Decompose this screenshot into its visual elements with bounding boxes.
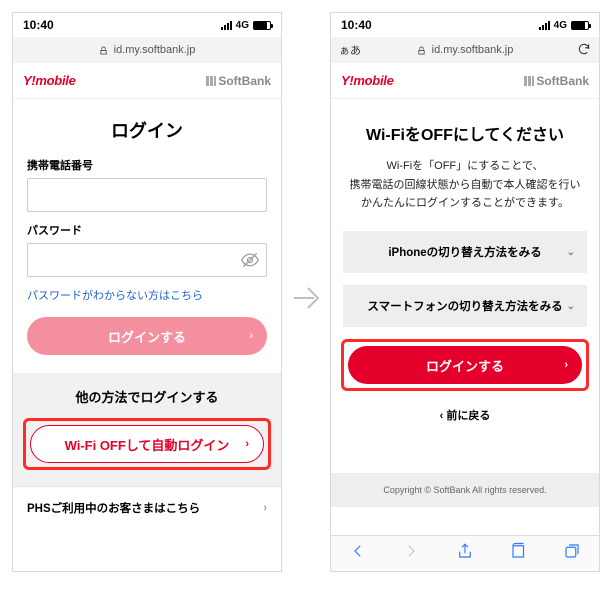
lock-icon — [99, 46, 108, 55]
password-label: パスワード — [27, 222, 267, 238]
status-bar: 10:40 4G — [13, 13, 281, 37]
description: Wi-Fiを「OFF」にすることで、 携帯電話の回線状態から自動で本人確認を行い… — [331, 157, 599, 231]
network-label: 4G — [236, 20, 249, 31]
page-title: Wi-FiをOFFにしてください — [331, 99, 599, 157]
status-right: 4G — [221, 20, 271, 31]
wifi-off-login-label: Wi-Fi OFFして自動ログイン — [65, 435, 230, 454]
login-button[interactable]: ログインする › — [348, 346, 582, 384]
alt-login-section: 他の方法でログインする Wi-Fi OFFして自動ログイン › — [13, 373, 281, 486]
accordion-iphone[interactable]: iPhoneの切り替え方法をみる ⌄ — [343, 231, 587, 273]
bookmarks-button[interactable] — [510, 542, 528, 565]
password-input[interactable] — [27, 243, 267, 277]
chevron-right-icon: › — [263, 502, 267, 514]
lock-icon — [417, 46, 426, 55]
login-button-label: ログインする — [108, 327, 186, 346]
alt-login-title: 他の方法でログインする — [13, 387, 281, 406]
wifi-off-content: Wi-FiをOFFにしてください Wi-Fiを「OFF」にすることで、 携帯電話… — [331, 99, 599, 535]
accordion-smartphone[interactable]: スマートフォンの切り替え方法をみる ⌄ — [343, 285, 587, 327]
login-content: ログイン 携帯電話番号 パスワード パスワードがわからない方はこちら ログインす… — [13, 99, 281, 571]
signal-icon — [221, 21, 232, 30]
battery-icon — [571, 21, 589, 30]
login-button[interactable]: ログインする › — [27, 317, 267, 355]
ymobile-logo: Y!mobile — [341, 73, 394, 88]
chevron-right-icon: › — [245, 438, 249, 450]
eye-off-icon[interactable] — [240, 250, 260, 270]
phone-input[interactable] — [27, 178, 267, 212]
share-button[interactable] — [456, 542, 474, 565]
refresh-icon[interactable] — [577, 42, 591, 59]
battery-icon — [253, 21, 271, 30]
text-size-button[interactable]: ぁあ — [339, 42, 361, 58]
chevron-right-icon: › — [564, 359, 568, 371]
chevron-right-icon: › — [249, 330, 253, 342]
highlight-box: Wi-Fi OFFして自動ログイン › — [23, 418, 271, 470]
ymobile-logo: Y!mobile — [23, 73, 76, 88]
wifi-off-login-button[interactable]: Wi-Fi OFFして自動ログイン › — [30, 425, 264, 463]
softbank-logo: SoftBank — [524, 74, 589, 88]
chevron-down-icon: ⌄ — [567, 247, 575, 258]
phone-screen-wifi-off: 10:40 4G ぁあ id.my.softbank.jp Y!mobile S… — [330, 12, 600, 572]
status-right: 4G — [539, 20, 589, 31]
safari-toolbar — [331, 535, 599, 571]
copyright: Copyright © SoftBank All rights reserved… — [331, 473, 599, 507]
phone-screen-login: 10:40 4G id.my.softbank.jp Y!mobile Soft… — [12, 12, 282, 572]
back-link[interactable]: ‹ 前に戻る — [331, 399, 599, 443]
login-button-label: ログインする — [426, 356, 504, 375]
signal-icon — [539, 21, 550, 30]
nav-forward-button[interactable] — [402, 542, 420, 565]
status-time: 10:40 — [23, 18, 54, 32]
accordion-smartphone-label: スマートフォンの切り替え方法をみる — [367, 298, 562, 314]
flow-arrow-icon — [290, 280, 326, 316]
status-bar: 10:40 4G — [331, 13, 599, 37]
address-host: id.my.softbank.jp — [114, 44, 196, 56]
phs-link[interactable]: PHSご利用中のお客さまはこちら › — [13, 486, 281, 528]
status-time: 10:40 — [341, 18, 372, 32]
nav-back-button[interactable] — [349, 542, 367, 565]
phs-link-label: PHSご利用中のお客さまはこちら — [27, 500, 200, 516]
network-label: 4G — [554, 20, 567, 31]
softbank-logo: SoftBank — [206, 74, 271, 88]
highlight-box: ログインする › — [341, 339, 589, 391]
chevron-down-icon: ⌄ — [567, 301, 575, 312]
tabs-button[interactable] — [563, 542, 581, 565]
brand-bar: Y!mobile SoftBank — [331, 63, 599, 99]
accordion-iphone-label: iPhoneの切り替え方法をみる — [388, 244, 541, 260]
address-host: id.my.softbank.jp — [432, 44, 514, 56]
address-bar[interactable]: ぁあ id.my.softbank.jp — [331, 37, 599, 63]
phone-label: 携帯電話番号 — [27, 157, 267, 173]
page-title: ログイン — [13, 99, 281, 157]
brand-bar: Y!mobile SoftBank — [13, 63, 281, 99]
forgot-password-link[interactable]: パスワードがわからない方はこちら — [13, 287, 281, 317]
address-bar[interactable]: id.my.softbank.jp — [13, 37, 281, 63]
